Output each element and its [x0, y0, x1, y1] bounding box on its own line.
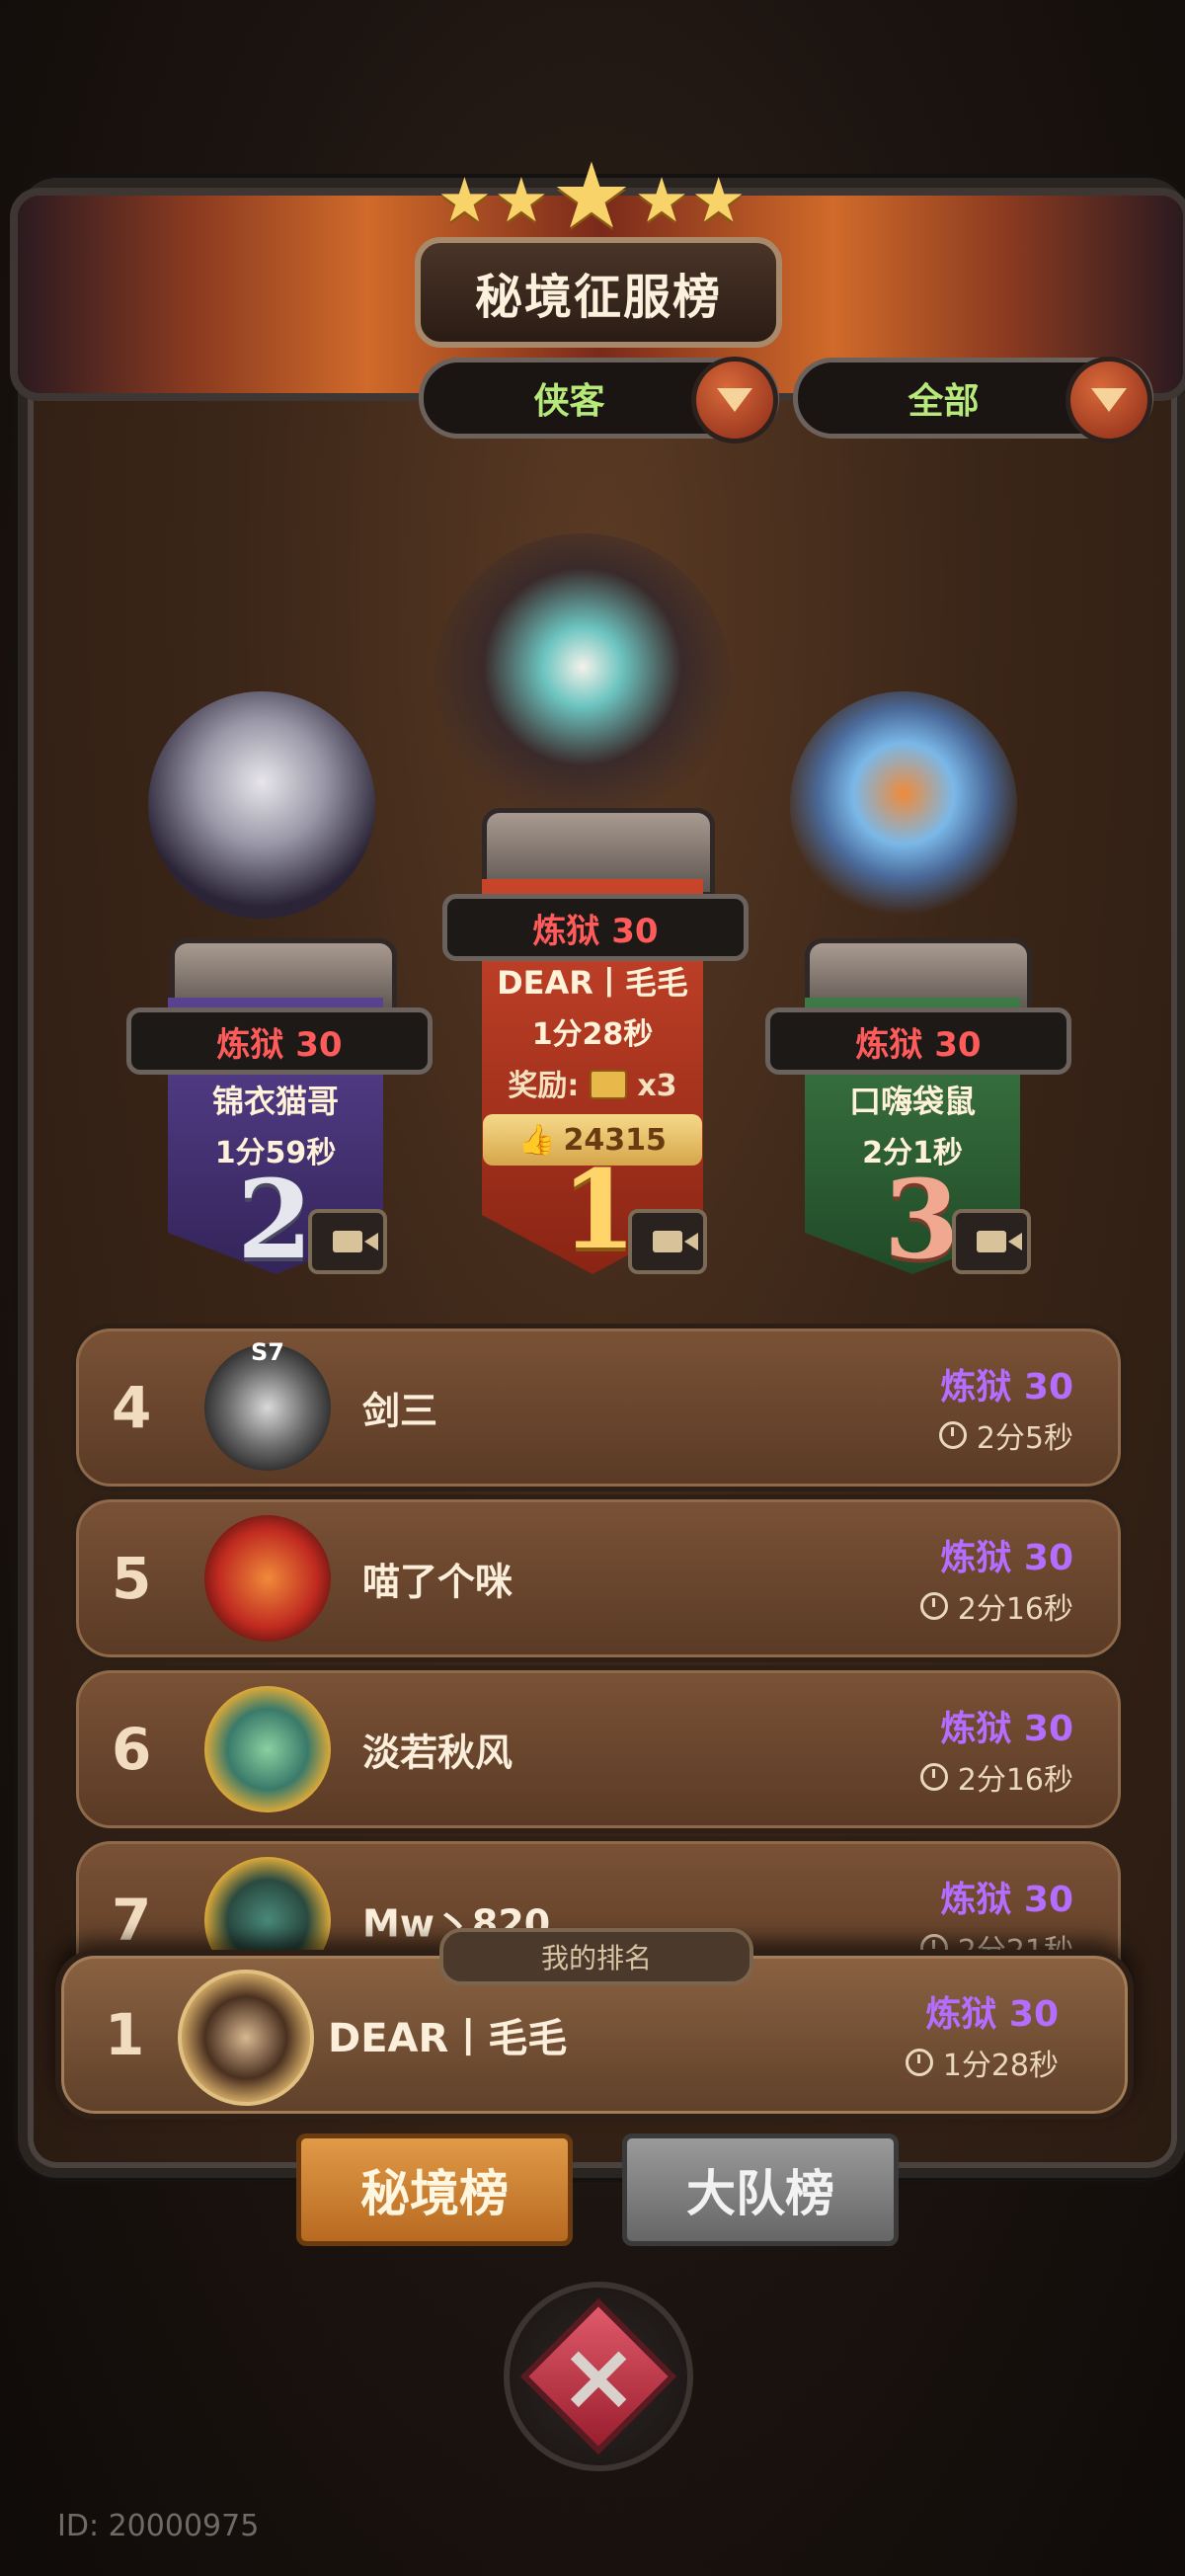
leaderboard-row[interactable]: 6 淡若秋风 炼狱 30 2分16秒 — [71, 1665, 1126, 1833]
row-tier: 炼狱 30 — [940, 1367, 1073, 1408]
reward-count: x3 — [637, 1069, 677, 1103]
reward-label: 奖励: — [508, 1069, 580, 1103]
class-filter-dropdown[interactable]: 侠客 — [419, 357, 779, 443]
video-camera-icon — [333, 1231, 378, 1252]
row-time: 2分5秒 — [938, 1413, 1073, 1457]
clock-icon — [919, 1592, 948, 1620]
my-time: 1分28秒 — [905, 2041, 1059, 2084]
chevron-down-icon[interactable] — [691, 357, 778, 443]
close-icon: × — [519, 2297, 677, 2455]
star-icon: ★ — [494, 164, 551, 236]
video-camera-icon — [977, 1231, 1022, 1252]
row-time: 2分16秒 — [919, 1755, 1073, 1799]
row-tier: 炼狱 30 — [940, 1880, 1073, 1920]
my-rank-label: 我的排名 — [439, 1928, 753, 1985]
row-rank: 5 — [112, 1545, 152, 1612]
reward-info: 奖励: x3 — [482, 1061, 703, 1104]
rank-number: 1 — [561, 1146, 637, 1273]
my-time-value: 1分28秒 — [942, 2049, 1059, 2083]
tab-label: 大队榜 — [686, 2165, 834, 2222]
rank-number: 2 — [237, 1156, 313, 1283]
tier-plate: 炼狱 30 — [126, 1007, 433, 1075]
avatar[interactable] — [204, 1686, 331, 1812]
replay-video-button[interactable] — [308, 1209, 387, 1274]
close-button[interactable]: × — [504, 2282, 693, 2471]
row-rank: 7 — [112, 1887, 152, 1954]
scope-filter-label: 全部 — [908, 381, 980, 422]
class-filter-label: 侠客 — [533, 381, 605, 422]
row-time-value: 2分16秒 — [957, 1592, 1073, 1627]
avatar[interactable] — [178, 1970, 314, 2106]
row-player-name: 喵了个咪 — [362, 1560, 514, 1604]
scope-filter-dropdown[interactable]: 全部 — [793, 357, 1153, 443]
clock-icon — [938, 1421, 967, 1449]
row-time-value: 2分16秒 — [957, 1763, 1073, 1798]
star-icon: ★ — [634, 164, 691, 236]
tab-label: 秘境榜 — [360, 2165, 509, 2222]
star-icon: ★ — [690, 164, 749, 236]
star-icon: ★ — [550, 143, 635, 249]
replay-video-button[interactable] — [952, 1209, 1031, 1274]
my-rank-number: 1 — [105, 2001, 145, 2068]
row-time: 2分16秒 — [919, 1584, 1073, 1628]
season-badge: S7 — [251, 1338, 284, 1366]
tier-plate: 炼狱 30 — [765, 1007, 1071, 1075]
tier-label: 炼狱 30 — [532, 911, 659, 951]
avatar[interactable] — [204, 1515, 331, 1642]
clock-icon — [905, 2049, 933, 2076]
chevron-down-icon[interactable] — [1066, 357, 1152, 443]
rank-number: 3 — [884, 1156, 960, 1283]
my-player-name: DEAR丨毛毛 — [328, 2016, 568, 2061]
row-rank: 6 — [112, 1716, 152, 1783]
row-time-value: 2分5秒 — [976, 1421, 1073, 1456]
leaderboard-row[interactable]: 4 S7 剑三 炼狱 30 2分5秒 — [71, 1324, 1126, 1491]
thumbs-up-icon: 👍 — [518, 1122, 556, 1158]
tab-dungeon-ranking[interactable]: 秘境榜 — [296, 2133, 573, 2246]
tier-plate: 炼狱 30 — [442, 894, 749, 961]
podium-player-name: DEAR丨毛毛 — [497, 964, 688, 1002]
star-icon: ★ — [436, 164, 495, 236]
avatar[interactable] — [790, 691, 1017, 919]
my-tier: 炼狱 30 — [925, 1994, 1059, 2035]
tier-label: 炼狱 30 — [216, 1024, 343, 1065]
clock-icon — [919, 1763, 948, 1791]
podium-player-name: 锦衣猫哥 — [211, 1083, 339, 1120]
avatar[interactable] — [434, 533, 731, 830]
player-id: ID: 20000975 — [57, 2509, 260, 2543]
tab-team-ranking[interactable]: 大队榜 — [622, 2133, 899, 2246]
leaderboard-row[interactable]: 5 喵了个咪 炼狱 30 2分16秒 — [71, 1494, 1126, 1662]
avatar[interactable] — [148, 691, 375, 919]
row-tier: 炼狱 30 — [940, 1709, 1073, 1749]
avatar[interactable]: S7 — [204, 1338, 331, 1471]
row-rank: 4 — [112, 1374, 152, 1441]
podium-player-name: 口嗨袋鼠 — [848, 1083, 976, 1120]
tier-label: 炼狱 30 — [855, 1024, 982, 1065]
replay-video-button[interactable] — [628, 1209, 707, 1274]
podium-player-time: 1分28秒 — [531, 1017, 654, 1052]
page-title: 秘境征服榜 — [415, 237, 782, 348]
treasure-chest-icon — [589, 1070, 627, 1099]
row-player-name: 淡若秋风 — [362, 1731, 514, 1775]
row-tier: 炼狱 30 — [940, 1538, 1073, 1578]
video-camera-icon — [653, 1231, 698, 1252]
row-player-name: 剑三 — [362, 1389, 438, 1433]
star-rating: ★★★★★ — [0, 143, 1185, 249]
